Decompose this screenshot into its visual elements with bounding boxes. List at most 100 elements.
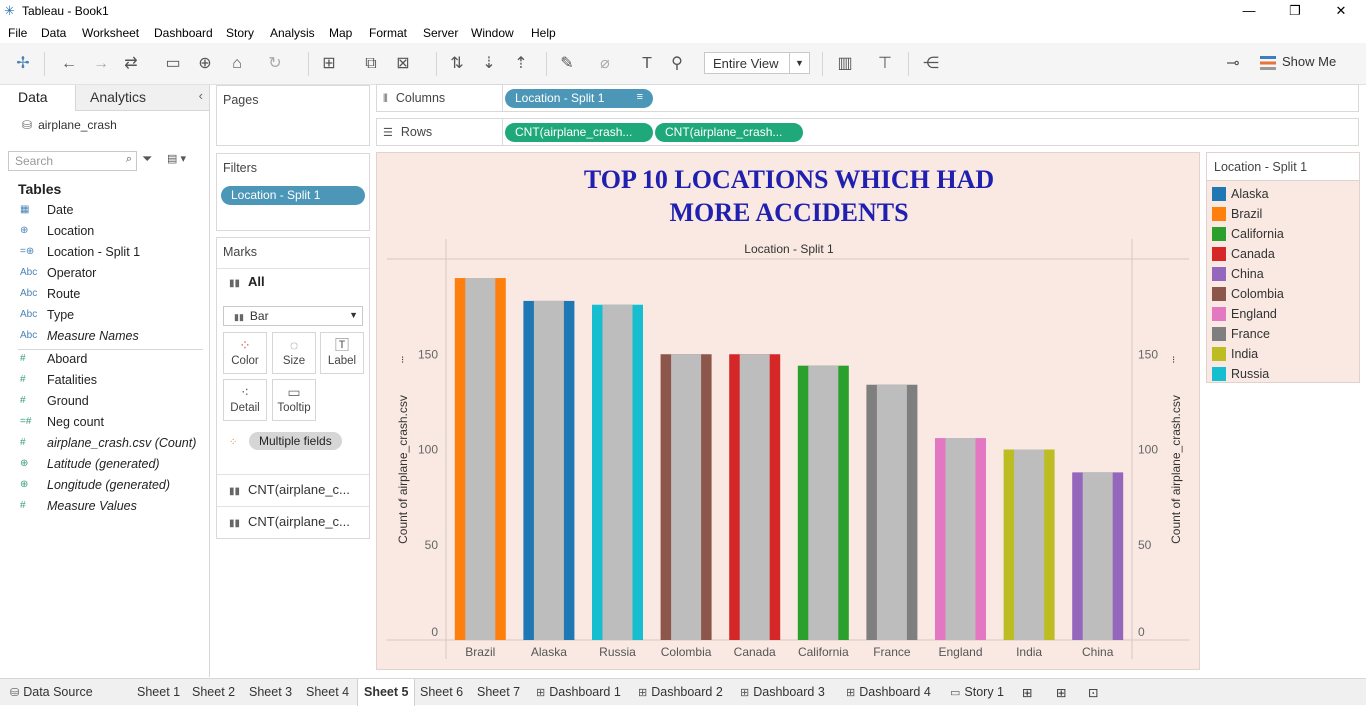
legend-item-california[interactable]: California [1210, 225, 1358, 245]
tableau-home-icon[interactable]: ✢ [12, 52, 34, 76]
tab-sheet-1[interactable]: Sheet 1 [131, 679, 186, 706]
legend-item-england[interactable]: England [1210, 305, 1358, 325]
tab-dashboard-3[interactable]: ⊞ Dashboard 3 [734, 679, 831, 706]
filter-fields-icon[interactable]: ⏷ [142, 151, 152, 167]
group-members-icon[interactable]: ⌀ [594, 52, 616, 76]
menu-analysis[interactable]: Analysis [270, 26, 315, 40]
tab-dashboard-2[interactable]: ⊞ Dashboard 2 [632, 679, 729, 706]
search-input[interactable]: Search ⌕ [8, 151, 137, 171]
restore-button[interactable]: ❐ [1272, 0, 1318, 23]
field-location-split-1[interactable]: =⊕ Location - Split 1 [0, 243, 209, 263]
new-story-tab-icon[interactable]: ⊡ [1082, 679, 1104, 706]
columns-pill-location-split-1[interactable]: Location - Split 1 ≡ [505, 89, 653, 108]
close-button[interactable]: ✕ [1318, 0, 1364, 23]
tab-sheet-7[interactable]: Sheet 7 [471, 679, 526, 706]
detail-button[interactable]: ⁖ Detail [223, 379, 267, 421]
new-dashboard-tab-icon[interactable]: ⊞ [1050, 679, 1072, 706]
menu-story[interactable]: Story [226, 26, 254, 40]
color-legend[interactable]: Location - Split 1 Alaska Brazil Californi… [1206, 152, 1360, 383]
show-me-button[interactable]: Show Me [1260, 54, 1336, 70]
swap-rows-columns-icon[interactable]: ⇅ [446, 52, 468, 76]
field-latitude[interactable]: ⊕ Latitude (generated) [0, 455, 209, 475]
menu-dashboard[interactable]: Dashboard [154, 26, 213, 40]
legend-item-china[interactable]: China [1210, 265, 1358, 285]
replay-icon[interactable]: ⇄ [120, 52, 142, 76]
field-airplane-crash-count[interactable]: # airplane_crash.csv (Count) [0, 434, 209, 454]
tab-sheet-6[interactable]: Sheet 6 [414, 679, 469, 706]
columns-shelf[interactable]: ⦀ Columns Location - Split 1 ≡ [376, 84, 1359, 112]
fit-dropdown[interactable]: Entire View ▼ [704, 52, 810, 74]
tab-data[interactable]: Data [0, 85, 76, 111]
show-labels-icon[interactable]: T [636, 52, 658, 76]
menu-server[interactable]: Server [423, 26, 458, 40]
multiple-fields-pill[interactable]: Multiple fields [249, 432, 342, 450]
field-aboard[interactable]: # Aboard [0, 350, 209, 370]
size-button[interactable]: ◌ Size [272, 332, 316, 374]
legend-item-canada[interactable]: Canada [1210, 245, 1358, 265]
minimize-button[interactable]: — [1226, 0, 1272, 23]
field-measure-names[interactable]: Abc Measure Names [0, 327, 209, 347]
highlight-icon[interactable]: ✎ [556, 52, 578, 76]
field-location[interactable]: ⊕ Location [0, 222, 209, 242]
new-worksheet-icon[interactable]: ⊞ [318, 52, 340, 76]
field-operator[interactable]: Abc Operator [0, 264, 209, 284]
tab-data-source[interactable]: ⛁ Data Source [4, 679, 99, 706]
legend-item-colombia[interactable]: Colombia [1210, 285, 1358, 305]
rows-pill-1[interactable]: CNT(airplane_crash... [505, 123, 653, 142]
show-cards-icon[interactable]: ▥ [834, 52, 856, 76]
tab-story-1[interactable]: ▭ Story 1 [944, 679, 1010, 706]
field-measure-values[interactable]: # Measure Values [0, 497, 209, 517]
presentation-mode-icon[interactable]: ⊤ [874, 52, 896, 76]
tab-sheet-2[interactable]: Sheet 2 [186, 679, 241, 706]
duplicate-icon[interactable]: ⧉ [360, 52, 382, 76]
rows-shelf[interactable]: ☰ Rows CNT(airplane_crash... CNT(airplane… [376, 118, 1359, 146]
worksheet-view[interactable]: TOP 10 LOCATIONS WHICH HAD MORE ACCIDENTS… [376, 152, 1200, 670]
format-painter-icon[interactable]: ⊸ [1222, 52, 1244, 76]
menu-data[interactable]: Data [41, 26, 66, 40]
label-button[interactable]: 🅃 Label [320, 332, 364, 374]
mark-type-dropdown[interactable]: ▮▮ Bar ▼ [223, 306, 363, 326]
pause-updates-icon[interactable]: ⌂ [226, 52, 248, 76]
color-button[interactable]: ⁘ Color [223, 332, 267, 374]
field-route[interactable]: Abc Route [0, 285, 209, 305]
tab-sheet-4[interactable]: Sheet 4 [300, 679, 355, 706]
tooltip-button[interactable]: ▭ Tooltip [272, 379, 316, 421]
field-fatalities[interactable]: # Fatalities [0, 371, 209, 391]
multiple-fields-row[interactable]: ⁘ Multiple fields [229, 432, 342, 450]
filters-card[interactable]: Filters Location - Split 1 [216, 153, 370, 231]
filter-pill-location-split-1[interactable]: Location - Split 1 [221, 186, 365, 205]
field-ground[interactable]: # Ground [0, 392, 209, 412]
tab-analytics[interactable]: Analytics ‹ [76, 85, 209, 110]
menu-window[interactable]: Window [471, 26, 514, 40]
view-options-icon[interactable]: ▤ ▾ [167, 152, 186, 165]
sort-ascending-icon[interactable]: ⇣ [478, 52, 500, 76]
collapse-pane-icon[interactable]: ‹ [199, 88, 203, 103]
menu-worksheet[interactable]: Worksheet [82, 26, 139, 40]
marks-all-row[interactable]: ▮▮ All [229, 274, 265, 289]
legend-item-brazil[interactable]: Brazil [1210, 205, 1358, 225]
menu-map[interactable]: Map [329, 26, 352, 40]
tab-sheet-5[interactable]: Sheet 5 [357, 679, 416, 706]
field-date[interactable]: ▦ Date [0, 201, 209, 221]
legend-item-india[interactable]: India [1210, 345, 1358, 365]
field-neg-count[interactable]: =# Neg count [0, 413, 209, 433]
legend-item-russia[interactable]: Russia [1210, 365, 1358, 385]
tab-dashboard-4[interactable]: ⊞ Dashboard 4 [840, 679, 937, 706]
new-datasource-icon[interactable]: ⊕ [194, 52, 216, 76]
pages-card[interactable]: Pages [216, 85, 370, 146]
menu-file[interactable]: File [8, 26, 27, 40]
marks-measure-row-2[interactable]: ▮▮ CNT(airplane_c... [217, 506, 369, 538]
chart-bars[interactable] [454, 278, 1124, 640]
share-icon[interactable]: ⋲ [920, 52, 942, 76]
field-longitude[interactable]: ⊕ Longitude (generated) [0, 476, 209, 496]
undo-icon[interactable]: ← [58, 52, 80, 76]
sort-descending-icon[interactable]: ⇡ [510, 52, 532, 76]
clear-sheet-icon[interactable]: ⊠ [392, 52, 414, 76]
refresh-icon[interactable]: ↻ [264, 52, 286, 76]
tab-dashboard-1[interactable]: ⊞ Dashboard 1 [530, 679, 627, 706]
menu-format[interactable]: Format [369, 26, 407, 40]
rows-pill-2[interactable]: CNT(airplane_crash... [655, 123, 803, 142]
legend-item-alaska[interactable]: Alaska [1210, 185, 1358, 205]
marks-measure-row-1[interactable]: ▮▮ CNT(airplane_c... [217, 474, 369, 506]
redo-icon[interactable]: → [90, 52, 112, 76]
